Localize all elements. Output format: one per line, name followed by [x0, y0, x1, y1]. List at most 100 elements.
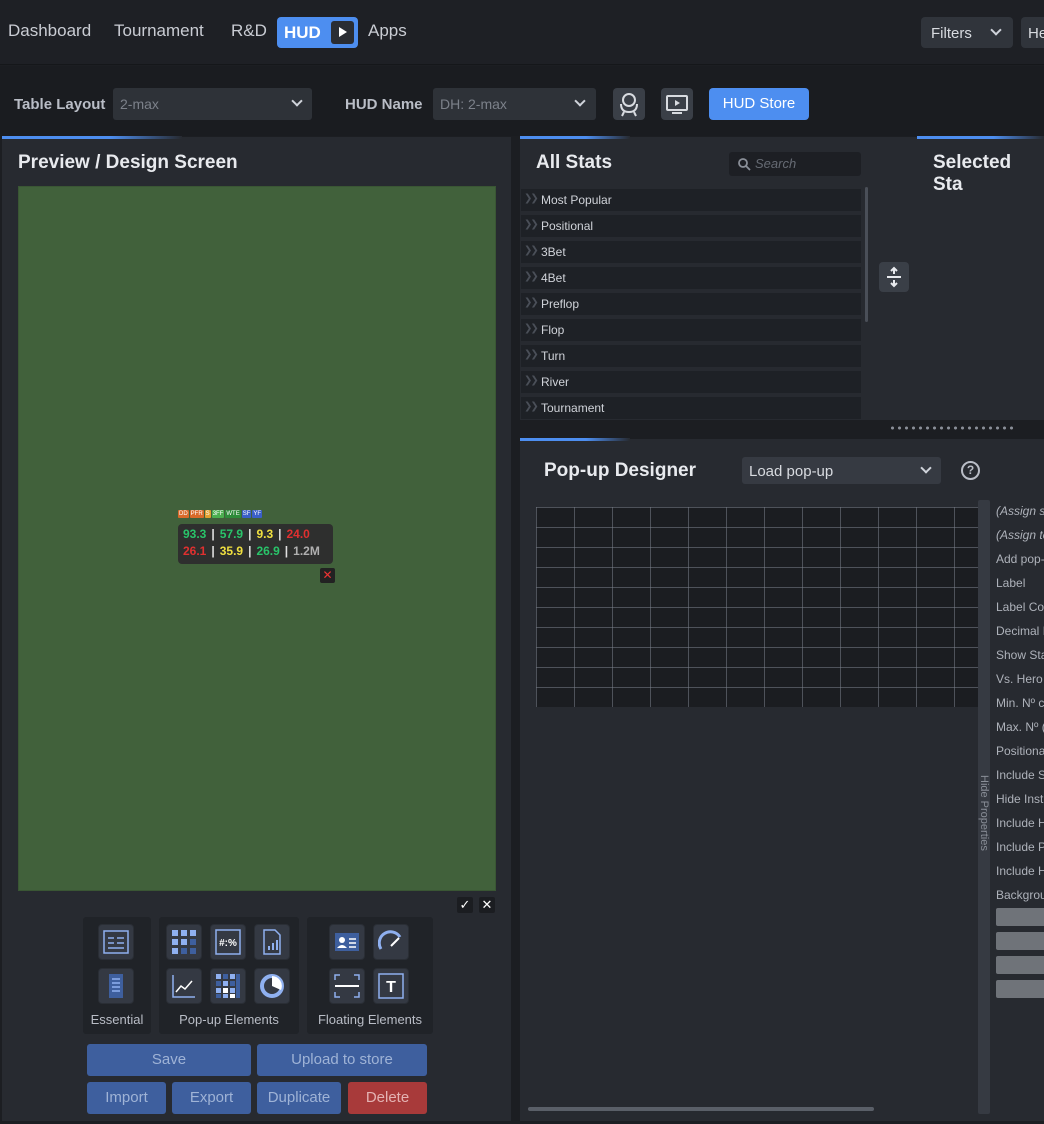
upload-to-store-button[interactable]: Upload to store: [257, 1044, 427, 1076]
table-layout-label: Table Layout: [14, 96, 106, 113]
selected-stats-title: Selected Sta: [933, 152, 1012, 195]
list-element-icon[interactable]: [98, 968, 134, 1004]
table-layout-element-icon[interactable]: [98, 924, 134, 960]
hud-stat-tags: DD PFR S 3FF WTE SF YF: [178, 510, 263, 518]
hide-properties-label: Hide Properties: [978, 775, 990, 851]
stat-category-label: 3Bet: [541, 245, 566, 259]
stat-category-row[interactable]: ❯❯ Most Popular: [521, 189, 861, 211]
stat-category-label: River: [541, 375, 570, 389]
stat-category-row[interactable]: ❯❯ River: [521, 371, 861, 393]
pie-chart-element-icon[interactable]: [254, 968, 290, 1004]
import-button[interactable]: Import: [87, 1082, 166, 1114]
heatmap-element-icon[interactable]: [210, 968, 246, 1004]
close-icon[interactable]: ✕: [479, 897, 495, 913]
hud-value: 26.1: [183, 544, 207, 558]
stat-category-row[interactable]: ❯❯ Turn: [521, 345, 861, 367]
hud-tag: DD: [178, 510, 189, 518]
load-popup-label: Load pop-up: [749, 463, 834, 480]
stats-search-input[interactable]: Search: [729, 152, 861, 176]
stats-scrollbar[interactable]: [865, 187, 868, 322]
line-chart-element-icon[interactable]: [166, 968, 202, 1004]
duplicate-button[interactable]: Duplicate: [257, 1082, 341, 1114]
preview-title: Preview / Design Screen: [18, 152, 238, 173]
all-stats-title: All Stats: [536, 152, 613, 173]
stat-category-row[interactable]: ❯❯ Preflop: [521, 293, 861, 315]
stat-category-row[interactable]: ❯❯ 4Bet: [521, 267, 861, 289]
delete-button[interactable]: Delete: [348, 1082, 427, 1114]
essential-group: Essential: [83, 917, 151, 1034]
hud-value: 1.2M: [293, 544, 320, 558]
property-item: Include S: [996, 768, 1044, 782]
stat-category-label: Turn: [541, 349, 566, 363]
screen-preview-button[interactable]: [661, 88, 693, 120]
gauge-element-icon[interactable]: [373, 924, 409, 960]
resize-handle[interactable]: [889, 426, 1015, 430]
hud-name-select[interactable]: DH: 2-max: [433, 88, 596, 120]
hud-value: 26.9: [256, 544, 280, 558]
property-item: Decimal I: [996, 624, 1044, 638]
chevron-down-icon: [920, 462, 932, 474]
divider-element-icon[interactable]: [329, 968, 365, 1004]
seat-preview-button[interactable]: [613, 88, 645, 120]
search-placeholder: Search: [755, 156, 797, 171]
stat-category-label: Flop: [541, 323, 565, 337]
horizontal-scrollbar[interactable]: [528, 1107, 874, 1111]
text-element-icon[interactable]: T: [373, 968, 409, 1004]
hud-tag: WTE: [225, 510, 241, 518]
property-input[interactable]: [996, 932, 1044, 950]
property-item: Backgrou: [996, 888, 1044, 902]
grid-element-icon[interactable]: [166, 924, 202, 960]
search-icon: [738, 158, 751, 171]
nav-hud-label: HUD: [284, 23, 321, 42]
save-button[interactable]: Save: [87, 1044, 251, 1076]
hud-tag: S: [204, 510, 211, 518]
seat-icon: [620, 93, 638, 117]
table-layout-value: 2-max: [120, 96, 159, 112]
nav-tournament[interactable]: Tournament: [114, 21, 204, 41]
hud-tag: 3FF: [211, 510, 225, 518]
move-stats-button[interactable]: [879, 262, 909, 292]
nav-rnd[interactable]: R&D: [231, 21, 267, 41]
hud-store-button[interactable]: HUD Store: [709, 88, 809, 120]
essential-label: Essential: [90, 1012, 144, 1027]
popup-design-grid[interactable]: [536, 507, 978, 707]
property-item: (Assign st: [996, 504, 1044, 518]
hud-close-icon[interactable]: ✕: [320, 568, 335, 583]
property-input[interactable]: [996, 956, 1044, 974]
chevron-down-icon: [291, 95, 303, 107]
nav-apps[interactable]: Apps: [368, 21, 407, 41]
stat-category-row[interactable]: ❯❯ Flop: [521, 319, 861, 341]
help-icon[interactable]: ?: [961, 461, 980, 480]
nav-hud[interactable]: HUD: [277, 17, 358, 48]
property-input[interactable]: [996, 908, 1044, 926]
stat-category-row[interactable]: ❯❯ 3Bet: [521, 241, 861, 263]
panel-accent: [520, 136, 630, 139]
load-popup-select[interactable]: Load pop-up: [742, 457, 941, 484]
popup-elements-label: Pop-up Elements: [179, 1012, 279, 1027]
property-item: Positiona: [996, 744, 1044, 758]
checkmark-icon[interactable]: ✓: [457, 897, 473, 913]
stat-category-row[interactable]: ❯❯ Tournament: [521, 397, 861, 419]
doc-chart-element-icon[interactable]: [254, 924, 290, 960]
monitor-play-icon: [666, 95, 688, 114]
hide-properties-toggle[interactable]: Hide Properties: [978, 500, 990, 1114]
help-button[interactable]: He: [1021, 17, 1044, 48]
hud-stat-box[interactable]: 93.3 | 57.9 | 9.3 | 24.0 26.1 | 35.9 | 26.9 | 1.2M: [178, 524, 333, 564]
svg-text:#:%: #:%: [219, 938, 237, 949]
stat-value-element-icon[interactable]: #:%: [210, 924, 246, 960]
table-layout-select[interactable]: 2-max: [113, 88, 312, 120]
stat-category-row[interactable]: ❯❯ Positional: [521, 215, 861, 237]
export-button[interactable]: Export: [172, 1082, 251, 1114]
filters-button[interactable]: Filters: [921, 17, 1013, 48]
chevron-down-icon: [574, 95, 586, 107]
stat-category-label: Tournament: [541, 401, 605, 415]
property-item: Max. Nº (: [996, 720, 1044, 734]
property-item: Show Sta: [996, 648, 1044, 662]
property-input[interactable]: [996, 980, 1044, 998]
svg-text:T: T: [386, 979, 396, 996]
nav-dashboard[interactable]: Dashboard: [8, 21, 91, 41]
play-icon[interactable]: [331, 21, 354, 44]
player-card-element-icon[interactable]: [329, 924, 365, 960]
stat-category-label: 4Bet: [541, 271, 566, 285]
stat-category-label: Preflop: [541, 297, 580, 311]
